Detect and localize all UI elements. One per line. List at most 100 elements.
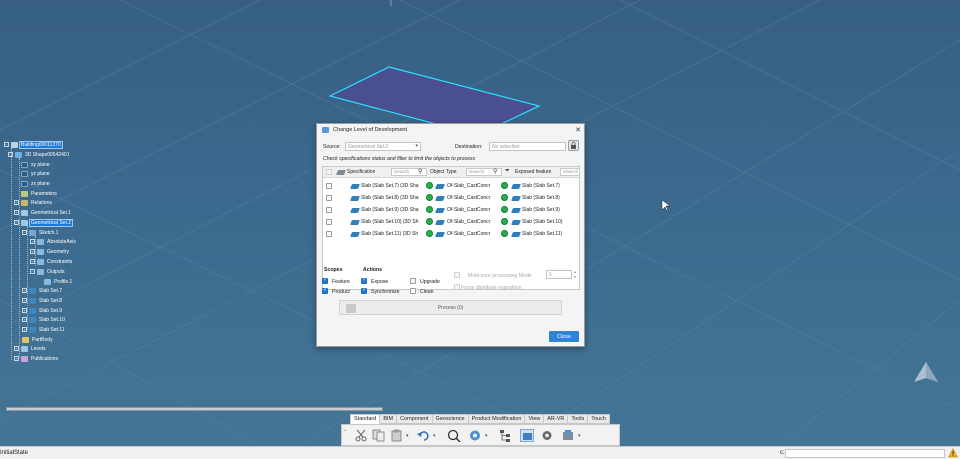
destination-field[interactable]: No selection (489, 142, 566, 151)
table-row[interactable]: Slab (Slab Set.10) (3D Sh Of-Slab_CastCo… (323, 216, 579, 228)
expand-icon[interactable]: + (14, 210, 19, 215)
collapse-icon[interactable]: − (22, 230, 27, 235)
source-field[interactable]: Geometrical Set.2 ▾ (345, 142, 421, 151)
tree-item-constraints[interactable]: + Constraints (30, 257, 73, 266)
search-icon[interactable]: ⚲ (418, 168, 422, 175)
expose-checkbox[interactable] (361, 277, 367, 284)
collapse-toolbar-icon[interactable]: ⌄ (343, 427, 347, 433)
column-specification[interactable]: Specification (347, 169, 375, 175)
collapse-icon[interactable]: − (30, 269, 35, 274)
tab-standard[interactable]: Standard (350, 414, 381, 424)
search-icon[interactable]: ⚲ (493, 168, 497, 175)
chevron-down-icon[interactable]: ▾ (433, 433, 436, 439)
tree-item-geoset2[interactable]: − Geometrical Set.2 (14, 218, 74, 227)
destination-select-button[interactable] (568, 140, 579, 151)
expand-icon[interactable]: + (14, 200, 19, 205)
column-object-type[interactable]: Object Type (430, 169, 457, 175)
tree-item-profile[interactable]: Profile.1 (44, 277, 73, 286)
tree-item-slabset11[interactable]: + Slab Set.11 (22, 325, 65, 334)
dialog-title-bar[interactable]: Change Level of Development (317, 124, 584, 136)
tree-item-parameters[interactable]: Parameters (21, 189, 58, 198)
tab-component[interactable]: Component (397, 414, 433, 424)
expand-icon[interactable]: + (14, 356, 19, 361)
table-row[interactable]: Slab (Slab Set.7) (3D Sha Of-Slab_CastCo… (323, 180, 579, 192)
upgrade-checkbox[interactable] (410, 278, 416, 284)
tab-geoscience[interactable]: Geoscience (432, 414, 469, 424)
force-distribute-checkbox[interactable] (454, 284, 460, 290)
tree-item-sketch[interactable]: − Sketch.1 (22, 228, 59, 237)
tree-item-zx-plane[interactable]: zx plane (21, 179, 51, 188)
collapse-icon[interactable]: − (4, 142, 9, 147)
clean-checkbox[interactable] (410, 288, 416, 294)
expand-icon[interactable]: + (22, 308, 27, 313)
row-checkbox[interactable] (326, 231, 332, 237)
tab-tools[interactable]: Tools (568, 414, 589, 424)
tree-item-slabset10[interactable]: + Slab Set.10 (22, 315, 66, 324)
row-checkbox[interactable] (326, 183, 332, 189)
zoom-icon[interactable] (447, 429, 461, 442)
table-row[interactable]: Slab (Slab Set.9) (3D Sha Of-Slab_CastCo… (323, 204, 579, 216)
synchronize-checkbox[interactable] (361, 287, 367, 294)
row-checkbox[interactable] (326, 195, 332, 201)
assembly-icon[interactable] (561, 429, 575, 442)
tree-item-building[interactable]: − Building00011370 (4, 140, 63, 149)
tree-item-partbody[interactable]: PartBody (22, 335, 54, 344)
tree-item-geometry[interactable]: + Geometry (30, 247, 70, 256)
column-exposed-feature[interactable]: Exposed feature (515, 169, 551, 175)
paste-icon[interactable] (390, 429, 404, 442)
chevron-down-icon[interactable]: ▾ (406, 433, 409, 439)
row-checkbox[interactable] (326, 207, 332, 213)
tree-item-levels[interactable]: + Levels (14, 344, 46, 353)
viewport-horizontal-scrollbar[interactable] (6, 407, 383, 411)
tab-ar-vr[interactable]: AR-VR (544, 414, 569, 424)
chevron-down-icon[interactable]: ▾ (578, 433, 581, 439)
tree-item-slabset7[interactable]: + Slab Set.7 (22, 286, 63, 295)
tab-touch[interactable]: Touch (588, 414, 610, 424)
table-row[interactable]: Slab (Slab Set.11) (3D Sh Of-Slab_CastCo… (323, 228, 579, 240)
multicore-value-field[interactable]: 6 (546, 270, 572, 279)
row-checkbox[interactable] (326, 219, 332, 225)
tree-item-geoset1[interactable]: + Geometrical Set.1 (14, 208, 72, 217)
tree-item-publications[interactable]: + Publications (14, 354, 59, 363)
collapse-icon[interactable]: − (8, 152, 13, 157)
tree-item-yz-plane[interactable]: yz plane (21, 169, 51, 178)
cut-icon[interactable] (354, 429, 368, 442)
product-checkbox[interactable] (322, 287, 328, 294)
tree-item-absoluteaxis[interactable]: + AbsoluteAxis (30, 237, 77, 246)
command-input[interactable] (785, 449, 945, 458)
settings-icon[interactable] (540, 429, 554, 442)
expand-icon[interactable]: + (22, 327, 27, 332)
expand-icon[interactable]: + (22, 288, 27, 293)
expand-icon[interactable]: + (22, 298, 27, 303)
collapse-icon[interactable]: − (14, 220, 19, 225)
multicore-checkbox[interactable] (454, 272, 460, 278)
tree-item-xy-plane[interactable]: xy plane (21, 160, 51, 169)
chevron-down-icon[interactable]: ▾ (485, 433, 488, 439)
update-icon[interactable] (468, 429, 482, 442)
exposed-search-input[interactable]: Search (560, 168, 579, 176)
tab-bim[interactable]: BIM (380, 414, 398, 424)
expand-icon[interactable]: + (22, 317, 27, 322)
close-icon[interactable]: ✕ (575, 126, 581, 134)
feature-checkbox[interactable] (322, 277, 328, 284)
tree-item-slabset8[interactable]: + Slab Set.8 (22, 296, 63, 305)
process-button[interactable]: Process (0) (339, 300, 562, 315)
expand-icon[interactable]: + (30, 259, 35, 264)
tree-icon[interactable] (499, 429, 513, 442)
undo-icon[interactable] (417, 429, 431, 442)
filter-icon[interactable]: ⏷ (505, 168, 510, 175)
tree-item-relations[interactable]: + Relations (14, 198, 53, 207)
tab-view[interactable]: View (525, 414, 545, 424)
select-all-checkbox[interactable] (326, 169, 332, 175)
copy-icon[interactable] (372, 429, 386, 442)
tree-item-outputs[interactable]: − Outputs (30, 267, 66, 276)
select-icon[interactable] (520, 429, 534, 442)
close-button[interactable]: Close (549, 331, 579, 342)
warning-icon[interactable] (948, 448, 958, 458)
table-row[interactable]: Slab (Slab Set.8) (3D Sha Of-Slab_CastCo… (323, 192, 579, 204)
spinner-icon[interactable]: ▴ ▾ (574, 269, 576, 279)
tree-item-3dshape[interactable]: − 3D Shape00542401 (8, 150, 71, 159)
expand-icon[interactable]: + (30, 249, 35, 254)
tree-item-slabset9[interactable]: + Slab Set.9 (22, 306, 63, 315)
expand-icon[interactable]: + (14, 346, 19, 351)
